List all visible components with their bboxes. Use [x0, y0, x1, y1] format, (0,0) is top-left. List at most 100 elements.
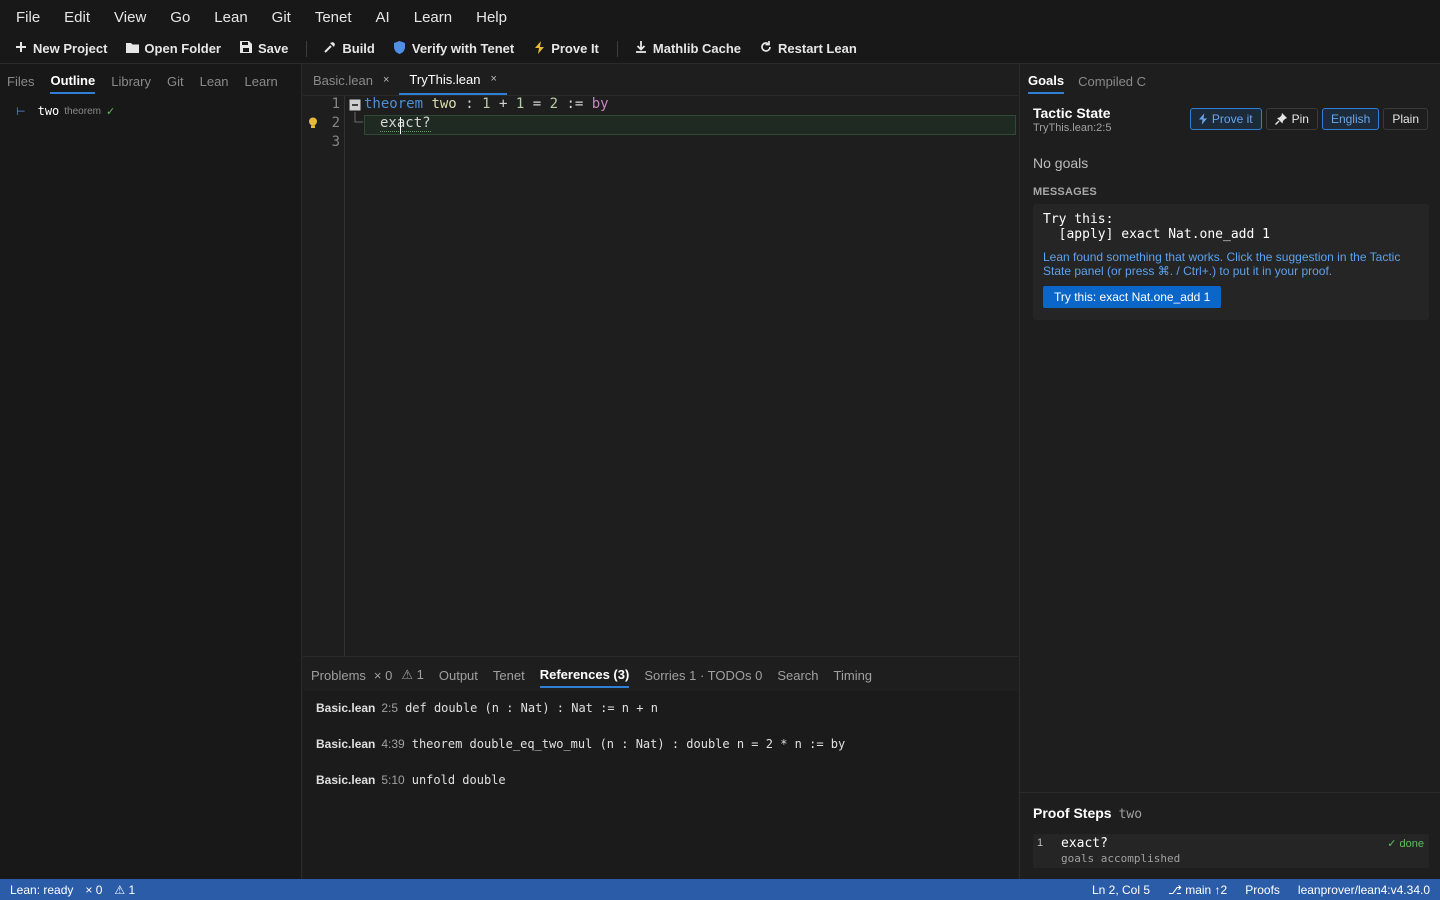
- tab-git[interactable]: Git: [167, 68, 184, 93]
- menu-tenet[interactable]: Tenet: [315, 9, 352, 26]
- menu-edit[interactable]: Edit: [64, 9, 90, 26]
- prove-it-label: Prove it: [1211, 112, 1253, 126]
- mathlib-cache-button[interactable]: Mathlib Cache: [634, 41, 741, 56]
- reference-snippet: def double (n : Nat) : Nat := n + n: [405, 701, 658, 715]
- code-line-1: theorem two : 1 + 1 = 2 := by: [364, 96, 609, 112]
- warning-count[interactable]: ⚠ 1: [114, 883, 135, 897]
- right-panel: Goals Compiled C Tactic State TryThis.le…: [1019, 64, 1440, 879]
- tab-output[interactable]: Output: [439, 662, 478, 687]
- lightning-icon: [532, 40, 546, 57]
- reference-position: 4:39: [381, 737, 405, 751]
- pin-button[interactable]: Pin: [1265, 108, 1318, 130]
- code-token: =: [532, 96, 542, 112]
- reference-row[interactable]: Basic.lean 5:10 unfold double: [316, 773, 506, 787]
- pin-label: Pin: [1291, 112, 1309, 126]
- tab-outline[interactable]: Outline: [50, 67, 96, 94]
- open-folder-label: Open Folder: [144, 41, 221, 56]
- tab-timing[interactable]: Timing: [834, 662, 873, 687]
- menu-file[interactable]: File: [16, 9, 40, 26]
- current-line-highlight: [364, 115, 1016, 135]
- code-area[interactable]: theorem two : 1 + 1 = 2 := by exact?: [309, 96, 1018, 656]
- reference-row[interactable]: Basic.lean 4:39 theorem double_eq_two_mu…: [316, 737, 845, 751]
- tab-sorries[interactable]: Sorries 1 · TODOs 0: [644, 662, 762, 687]
- goals-status: No goals: [1033, 155, 1089, 171]
- reference-file: Basic.lean: [316, 773, 376, 787]
- close-icon[interactable]: ×: [383, 74, 389, 86]
- tab-references[interactable]: References (3): [539, 661, 630, 688]
- tree-branch-icon: ⊢: [16, 105, 26, 118]
- open-folder-button[interactable]: Open Folder: [125, 41, 221, 56]
- refresh-icon: [759, 41, 773, 56]
- editor-tab-basic[interactable]: Basic.lean ×: [303, 65, 399, 95]
- close-icon[interactable]: ×: [490, 73, 496, 85]
- tab-learn[interactable]: Learn: [245, 68, 278, 93]
- new-project-button[interactable]: New Project: [14, 41, 107, 56]
- right-panel-tabs: Goals Compiled C: [1020, 64, 1440, 96]
- tactic-state-actions: Prove it Pin English Plain: [1186, 108, 1428, 130]
- git-branch[interactable]: ⎇ main ↑2: [1168, 883, 1227, 897]
- reference-file: Basic.lean: [316, 737, 376, 751]
- menu-ai[interactable]: AI: [376, 9, 390, 26]
- english-toggle[interactable]: English: [1321, 108, 1380, 130]
- tab-search[interactable]: Search: [777, 662, 818, 687]
- lean-status[interactable]: Lean: ready: [10, 883, 73, 897]
- outline-item-kind: theorem: [64, 105, 101, 117]
- fold-guide: [354, 112, 363, 123]
- download-icon: [634, 41, 648, 56]
- fold-collapse-icon[interactable]: [349, 99, 361, 111]
- tab-tenet[interactable]: Tenet: [493, 662, 525, 687]
- line-number: 1: [331, 96, 340, 112]
- left-sidebar: Files Outline Library Git Lean Learn ⊢ t…: [0, 64, 302, 879]
- tab-goals[interactable]: Goals: [1028, 67, 1065, 94]
- proof-step-tactic: exact?: [1061, 836, 1108, 851]
- proofs-indicator[interactable]: Proofs: [1245, 883, 1280, 897]
- plain-toggle[interactable]: Plain: [1383, 108, 1428, 130]
- lightbulb-icon[interactable]: [308, 117, 318, 129]
- outline-item-two[interactable]: ⊢ two theorem ✓: [0, 96, 301, 118]
- tab-compiled-c[interactable]: Compiled C: [1078, 68, 1146, 93]
- save-button[interactable]: Save: [239, 41, 288, 56]
- lean-toolchain[interactable]: leanprover/lean4:v4.34.0: [1298, 883, 1430, 897]
- reference-position: 2:5: [381, 701, 399, 715]
- menu-lean[interactable]: Lean: [214, 9, 247, 26]
- cursor-position[interactable]: Ln 2, Col 5: [1092, 883, 1150, 897]
- tab-library[interactable]: Library: [111, 68, 151, 93]
- editor-tab-trythis[interactable]: TryThis.lean ×: [399, 65, 507, 95]
- editor-tabs: Basic.lean × TryThis.lean ×: [303, 64, 1018, 96]
- restart-lean-button[interactable]: Restart Lean: [759, 41, 857, 56]
- prove-it-button[interactable]: Prove It: [532, 40, 599, 57]
- proof-step-number: 1: [1037, 837, 1044, 849]
- tab-files[interactable]: Files: [7, 68, 34, 93]
- theorem-name: two: [431, 96, 457, 112]
- hammer-icon: [323, 41, 337, 56]
- try-this-hint: Lean found something that works. Click t…: [1043, 250, 1401, 278]
- prove-it-button[interactable]: Prove it: [1189, 108, 1262, 130]
- sidebar-tabs: Files Outline Library Git Lean Learn: [0, 64, 301, 96]
- proof-step-row[interactable]: 1 exact? goals accomplished ✓ done: [1033, 834, 1429, 868]
- tab-problems[interactable]: Problems: [311, 662, 366, 687]
- menu-go[interactable]: Go: [170, 9, 190, 26]
- apply-suggestion-button[interactable]: Try this: exact Nat.one_add 1: [1043, 286, 1222, 308]
- code-token: 1: [482, 96, 491, 112]
- problems-warning-count: ⚠ 1: [401, 667, 424, 682]
- error-count[interactable]: × 0: [85, 883, 102, 897]
- save-label: Save: [257, 41, 289, 56]
- code-token: :: [465, 96, 474, 112]
- code-token: 2: [549, 96, 558, 112]
- proof-step-result: goals accomplished: [1061, 852, 1181, 865]
- prove-it-label: Prove It: [551, 41, 599, 56]
- verify-tenet-button[interactable]: Verify with Tenet: [393, 40, 514, 57]
- menu-git[interactable]: Git: [272, 9, 291, 26]
- reference-row[interactable]: Basic.lean 2:5 def double (n : Nat) : Na…: [316, 701, 658, 715]
- check-icon: ✓: [105, 105, 116, 118]
- keyword-by: by: [591, 96, 609, 112]
- menu-view[interactable]: View: [114, 9, 146, 26]
- bottom-panel: Problems × 0 ⚠ 1 Output Tenet References…: [303, 656, 1018, 879]
- menu-help[interactable]: Help: [476, 9, 507, 26]
- menu-learn[interactable]: Learn: [414, 9, 452, 26]
- build-button[interactable]: Build: [323, 41, 375, 56]
- reference-file: Basic.lean: [316, 701, 376, 715]
- tab-lean[interactable]: Lean: [200, 68, 229, 93]
- outline-item-name: two: [37, 104, 60, 118]
- mathlib-cache-label: Mathlib Cache: [652, 41, 742, 56]
